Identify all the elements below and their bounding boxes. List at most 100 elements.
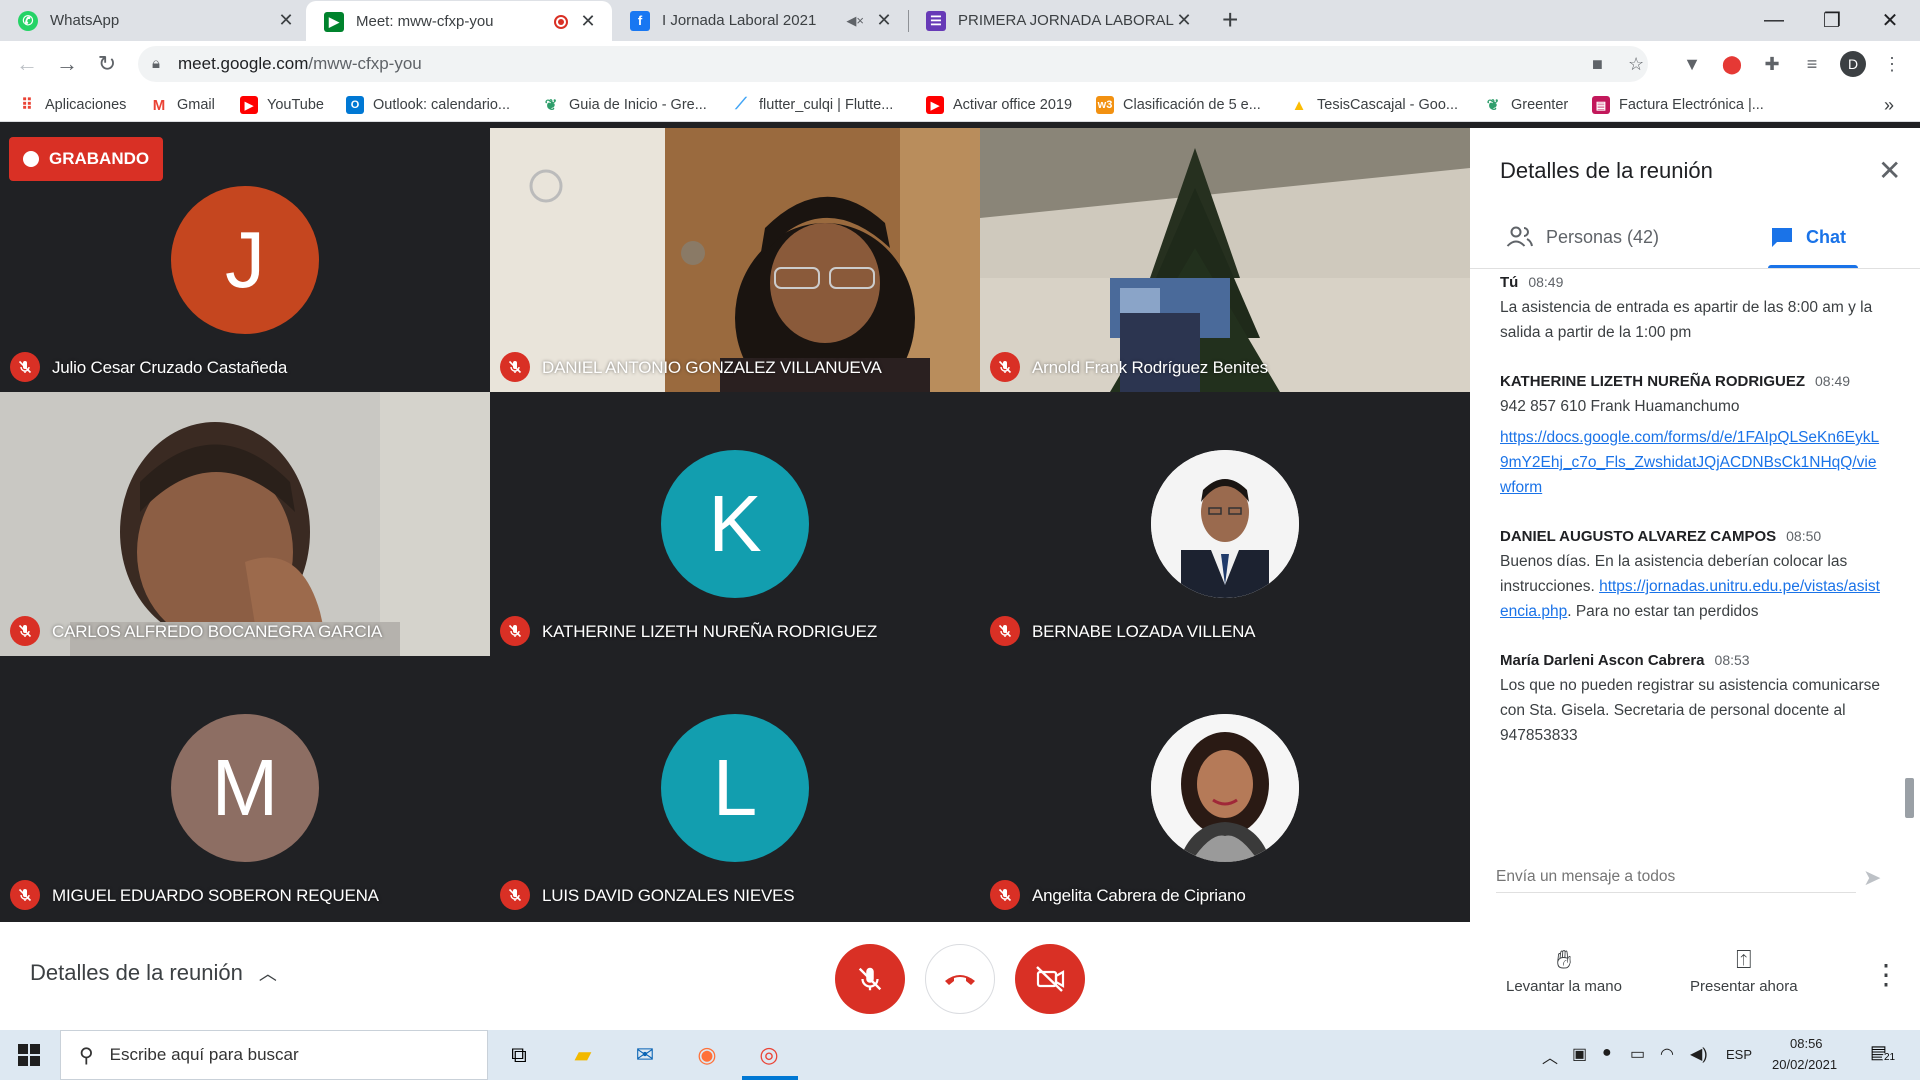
search-icon: ⚲ [79,1044,94,1067]
close-icon[interactable]: ✕ [276,10,296,31]
present-now-button[interactable]: ⍐ Presentar ahora [1690,944,1798,995]
flutter-icon: ⟋ [735,96,747,113]
maximize-button[interactable]: ❐ [1802,0,1862,41]
message-text: La asistencia de entrada es apartir de l… [1500,299,1873,341]
bookmark-factura[interactable]: ▤ Factura Electrónica |... [1592,93,1764,117]
clock-date[interactable]: 20/02/2021 [1772,1057,1837,1072]
camera-toggle-button[interactable] [1015,944,1085,1014]
participant-tile[interactable]: GRABANDO J Julio Cesar Cruzado Castañeda [0,128,490,392]
volume-icon[interactable]: ◀) [1690,1044,1708,1064]
mic-off-icon [10,352,40,382]
facebook-icon: f [630,10,650,31]
mail-icon[interactable]: ✉ [628,1038,662,1072]
bookmark-w3schools[interactable]: w3 Clasificación de 5 e... [1096,93,1261,117]
chat-scrollbar[interactable] [1905,778,1914,818]
bookmark-gmail[interactable]: M Gmail [150,93,215,117]
mic-off-icon [858,967,882,991]
extension-vpn-icon[interactable]: ▼ [1680,52,1704,76]
new-tab-button[interactable]: + [1222,4,1238,36]
mute-microphone-button[interactable] [835,944,905,1014]
window-close-button[interactable]: ✕ [1860,0,1920,41]
speaker-muted-icon[interactable]: ◀× [846,13,864,29]
notification-center-icon[interactable]: ▤ 21 [1870,1042,1898,1066]
close-icon[interactable]: ✕ [1174,10,1194,31]
participant-tile[interactable]: CARLOS ALFREDO BOCANEGRA GARCIA [0,392,490,656]
bookmark-flutter-culqi[interactable]: ⟋ flutter_culqi | Flutte... [732,93,893,117]
profile-avatar[interactable]: D [1840,51,1866,77]
message-text-part: . Para no estar tan perdidos [1567,603,1759,620]
extension-opera-icon[interactable]: ⬤ [1720,52,1744,76]
participant-tile[interactable]: DANIEL ANTONIO GONZALEZ VILLANUEVA [490,128,980,392]
bookmark-greenter-guide[interactable]: ❦ Guia de Inicio - Gre... [542,93,707,117]
bookmark-office[interactable]: ▶ Activar office 2019 [926,93,1072,117]
address-bar[interactable]: 🔒︎ meet.google.com/mww-cfxp-you ■ ☆ [138,46,1648,82]
raise-hand-button[interactable]: ✋︎ Levantar la mano [1506,944,1622,995]
tab-title: WhatsApp [50,12,120,29]
chat-message: María Darleni Ascon Cabrera 08:53 Los que… [1500,648,1880,748]
task-view-icon[interactable]: ⧉ [502,1038,536,1072]
participant-tile[interactable]: Angelita Cabrera de Cipriano [980,656,1470,920]
participant-tile[interactable]: Arnold Frank Rodríguez Benites [980,128,1470,392]
tab-facebook[interactable]: f I Jornada Laboral 2021 ◀× ✕ [612,0,908,41]
avatar [1151,450,1299,598]
camera-in-use-icon[interactable]: ■ [1592,54,1603,75]
tab-forms[interactable]: ☰ PRIMERA JORNADA LABORAL EX ✕ [908,0,1208,41]
windows-start-icon[interactable] [18,1044,40,1066]
file-explorer-icon[interactable]: ▰ [566,1038,600,1072]
reload-button[interactable]: ↻ [94,51,120,77]
message-link[interactable]: https://docs.google.com/forms/d/e/1FAIpQ… [1500,429,1879,496]
wifi-icon[interactable]: ◠ [1660,1044,1674,1064]
chrome-icon[interactable]: ◎ [752,1038,786,1072]
participant-tile[interactable]: L LUIS DAVID GONZALES NIEVES [490,656,980,920]
bookmark-label: flutter_culqi | Flutte... [759,97,894,113]
chat-icon [1772,228,1792,247]
send-icon[interactable]: ➤ [1863,865,1881,891]
bookmark-outlook[interactable]: O Outlook: calendario... [346,93,510,117]
microphone-in-use-icon[interactable]: ● [1602,1044,1612,1062]
mic-off-icon [990,880,1020,910]
more-options-icon[interactable]: ⋮ [1872,958,1900,991]
tab-meet[interactable]: ▶ Meet: mww-cfxp-you ✕ [306,1,612,42]
close-icon[interactable]: ✕ [578,11,598,32]
bookmark-greenter[interactable]: ❦ Greenter [1484,93,1569,117]
lock-icon[interactable]: 🔒︎ [152,55,160,72]
chevron-up-icon: ︿ [258,964,277,984]
tab-chat[interactable]: Chat [1770,226,1846,248]
chrome-menu-icon[interactable]: ⋮ [1880,52,1904,76]
participant-tile[interactable]: M MIGUEL EDUARDO SOBERON REQUENA [0,656,490,920]
meeting-details-button[interactable]: Detalles de la reunión ︿ [30,960,277,986]
bookmark-drive[interactable]: ▲ TesisCascajal - Goo... [1290,93,1458,117]
browser-toolbar: ← → ↻ 🔒︎ meet.google.com/mww-cfxp-you ■ … [0,41,1920,87]
back-button[interactable]: ← [14,51,40,77]
language-indicator[interactable]: ESP [1726,1047,1752,1062]
forward-button[interactable]: → [54,51,80,77]
bookmark-apps[interactable]: ⠿ Aplicaciones [18,93,126,117]
firefox-icon[interactable]: ◉ [690,1038,724,1072]
tab-people[interactable]: Personas (42) [1506,226,1659,248]
chat-message-input[interactable] [1496,868,1856,893]
meet-now-icon[interactable]: ▣ [1572,1044,1587,1064]
participant-tile[interactable]: BERNABE LOZADA VILLENA [980,392,1470,656]
bookmark-label: Guia de Inicio - Gre... [569,97,707,113]
message-author: KATHERINE LIZETH NUREÑA RODRIGUEZ [1500,373,1805,390]
media-control-icon[interactable]: ≡ [1800,52,1824,76]
tray-overflow-icon[interactable]: ︿ [1542,1044,1558,1068]
battery-icon[interactable]: ▭ [1630,1044,1645,1064]
chat-messages[interactable]: Tú 08:49 La asistencia de entrada es apar… [1500,276,1880,824]
close-icon[interactable]: ✕ [1878,154,1901,187]
bookmark-youtube[interactable]: ▶ YouTube [240,93,324,117]
bookmarks-overflow-icon[interactable]: » [1884,93,1894,117]
minimize-button[interactable]: — [1744,0,1804,41]
clock-time[interactable]: 08:56 [1790,1036,1823,1051]
mic-off-icon [10,616,40,646]
extensions-puzzle-icon[interactable]: ✚ [1760,52,1784,76]
document-icon: ▤ [1592,96,1610,114]
participant-tile[interactable]: K KATHERINE LIZETH NUREÑA RODRIGUEZ [490,392,980,656]
bookmark-star-icon[interactable]: ☆ [1628,54,1644,75]
tab-whatsapp[interactable]: ✆ WhatsApp ✕ [0,0,310,41]
chat-message: DANIEL AUGUSTO ALVAREZ CAMPOS 08:50 Bueno… [1500,524,1880,624]
leave-call-button[interactable] [925,944,995,1014]
close-icon[interactable]: ✕ [874,10,894,31]
taskbar-search[interactable]: ⚲ Escribe aquí para buscar [60,1030,488,1080]
avatar: J [171,186,319,334]
